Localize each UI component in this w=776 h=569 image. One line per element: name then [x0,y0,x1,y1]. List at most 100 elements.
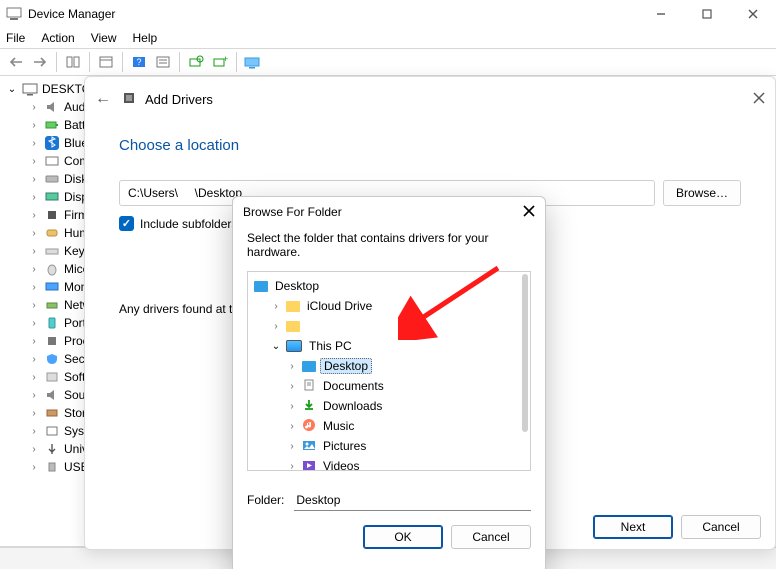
chevron-right-icon[interactable]: › [28,426,40,437]
portable-icon [44,315,60,331]
chevron-right-icon[interactable]: › [28,390,40,401]
dialog-close-button[interactable] [523,204,535,220]
window-close-button[interactable] [730,0,776,28]
include-subfolders-label: Include subfolders [140,217,237,231]
folder-documents[interactable]: › Documents [254,376,524,396]
speaker-icon [44,99,60,115]
sound-icon [44,387,60,403]
music-icon [302,418,316,435]
svg-text:?: ? [136,57,141,67]
shield-icon [44,351,60,367]
chevron-right-icon[interactable]: › [286,421,298,432]
wizard-title-text: Add Drivers [145,92,213,107]
keyboard-icon [44,243,60,259]
folder-tree-scrollbar[interactable] [522,274,528,432]
folder-music[interactable]: › Music [254,416,524,436]
chevron-right-icon[interactable]: › [28,246,40,257]
desktop-icon [302,361,316,372]
chevron-right-icon[interactable]: › [28,372,40,383]
chevron-right-icon[interactable]: › [28,192,40,203]
chevron-right-icon[interactable]: › [28,408,40,419]
chevron-right-icon[interactable]: › [286,381,298,392]
chevron-right-icon[interactable]: › [28,300,40,311]
toolbar-scan-button[interactable] [184,51,208,73]
folder-desktop-root[interactable]: Desktop [254,276,524,296]
pc-icon [44,153,60,169]
chevron-right-icon[interactable]: › [28,354,40,365]
browse-for-folder-dialog: Browse For Folder Select the folder that… [232,196,546,569]
folder-pictures[interactable]: › Pictures [254,436,524,456]
chevron-right-icon[interactable]: › [28,102,40,113]
window-minimize-button[interactable] [638,0,684,28]
folder-videos[interactable]: › Videos [254,456,524,471]
computer-icon [22,81,38,97]
dialog-cancel-button[interactable]: Cancel [451,525,531,549]
chevron-right-icon[interactable]: › [28,264,40,275]
chevron-right-icon[interactable]: › [28,156,40,167]
chevron-right-icon[interactable]: › [28,120,40,131]
wizard-back-button[interactable]: ← [95,90,111,108]
storage-icon [44,405,60,421]
toolbar-action-button[interactable] [151,51,175,73]
chevron-right-icon[interactable]: › [286,461,298,472]
chevron-right-icon[interactable]: › [28,462,40,473]
toolbar-forward-button[interactable] [28,51,52,73]
wizard-next-button[interactable]: Next [593,515,673,539]
folder-tree[interactable]: Desktop › iCloud Drive › ⌄ This PC [247,271,531,471]
chevron-down-icon[interactable]: ⌄ [270,341,282,352]
documents-icon [302,378,316,395]
toolbar-add-driver-button[interactable]: + [208,51,232,73]
this-pc-icon [286,340,302,352]
wizard-close-button[interactable] [753,91,765,107]
folder-desktop[interactable]: › Desktop [254,356,524,376]
toolbar-help-button[interactable]: ? [127,51,151,73]
window-titlebar: Device Manager [0,0,776,28]
browse-button[interactable]: Browse… [663,180,741,206]
folder-name-input[interactable] [294,489,531,511]
chevron-right-icon[interactable]: › [28,336,40,347]
chevron-right-icon[interactable]: › [28,318,40,329]
chevron-right-icon[interactable]: › [270,301,282,312]
folder-unnamed[interactable]: › [254,316,524,336]
chevron-right-icon[interactable]: › [286,361,298,372]
display-icon [44,189,60,205]
device-manager-icon [6,5,22,24]
menu-help[interactable]: Help [133,31,158,45]
menu-view[interactable]: View [91,31,117,45]
driver-chip-icon [121,90,137,109]
chevron-right-icon[interactable]: › [28,228,40,239]
chevron-right-icon[interactable]: › [286,401,298,412]
include-subfolders-checkbox[interactable]: ✓ [119,216,134,231]
wizard-cancel-button[interactable]: Cancel [681,515,761,539]
svg-text:+: + [223,55,228,64]
toolbar-properties-button[interactable] [94,51,118,73]
toolbar-devices-button[interactable] [241,51,265,73]
folder-icon [286,321,300,332]
window-title: Device Manager [28,7,115,21]
menu-action[interactable]: Action [41,31,74,45]
monitor-icon [44,279,60,295]
chevron-right-icon[interactable]: › [28,138,40,149]
folder-icloud[interactable]: › iCloud Drive [254,296,524,316]
chevron-right-icon[interactable]: › [286,441,298,452]
chevron-right-icon[interactable]: › [28,282,40,293]
toolbar-back-button[interactable] [4,51,28,73]
folder-field-label: Folder: [247,493,284,507]
pictures-icon [302,438,316,455]
chip-icon [44,207,60,223]
folder-downloads[interactable]: › Downloads [254,396,524,416]
chevron-right-icon[interactable]: › [28,174,40,185]
menu-file[interactable]: File [6,31,25,45]
chevron-right-icon[interactable]: › [28,210,40,221]
dialog-ok-button[interactable]: OK [363,525,443,549]
chevron-down-icon[interactable]: ⌄ [6,84,18,95]
downloads-icon [302,398,316,415]
usb-connector-icon [44,459,60,475]
folder-this-pc[interactable]: ⌄ This PC [254,336,524,356]
chevron-right-icon[interactable]: › [28,444,40,455]
toolbar-show-hide-tree-button[interactable] [61,51,85,73]
window-maximize-button[interactable] [684,0,730,28]
hid-icon [44,225,60,241]
disk-icon [44,171,60,187]
chevron-right-icon[interactable]: › [270,321,282,332]
